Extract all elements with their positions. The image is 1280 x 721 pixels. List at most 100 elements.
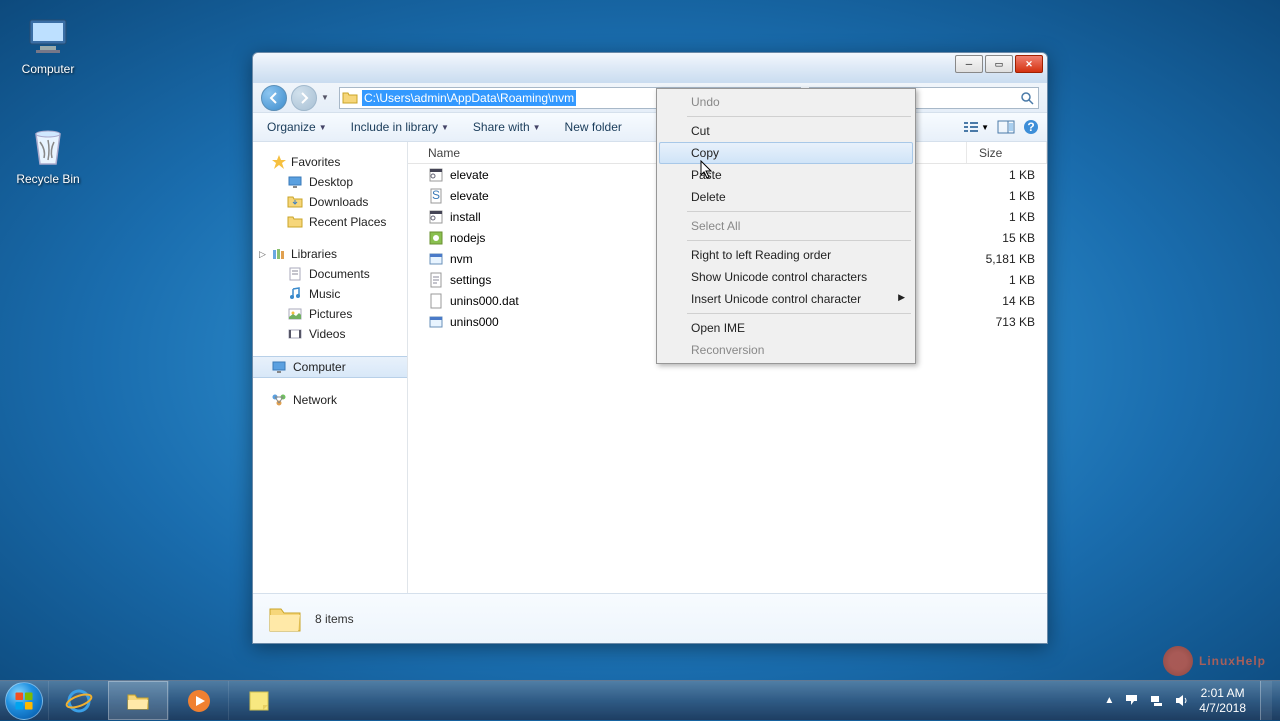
file-name: unins000.dat xyxy=(450,294,519,308)
svg-text:S: S xyxy=(432,188,440,202)
explorer-window: ─ ▭ ✕ ▼ C:\Users\admin\AppData\Roaming\n… xyxy=(252,52,1048,644)
view-icon xyxy=(963,120,979,134)
watermark: LinuxHelp xyxy=(1163,646,1266,676)
details-pane: 8 items xyxy=(253,593,1047,643)
preview-pane-icon xyxy=(997,120,1015,134)
view-options-button[interactable]: ▼ xyxy=(963,120,989,134)
navbar: ▼ C:\Users\admin\AppData\Roaming\nvm xyxy=(253,83,1047,113)
show-desktop-button[interactable] xyxy=(1260,681,1272,720)
file-size: 1 KB xyxy=(969,189,1047,203)
favorites-header[interactable]: Favorites xyxy=(253,152,407,172)
desktop-icon-recycle-bin[interactable]: Recycle Bin xyxy=(10,122,86,186)
address-path[interactable]: C:\Users\admin\AppData\Roaming\nvm xyxy=(362,90,576,106)
expand-icon: ▷ xyxy=(259,249,266,260)
file-size: 15 KB xyxy=(969,231,1047,245)
folder-icon xyxy=(342,90,358,106)
libraries-header[interactable]: ▷ Libraries xyxy=(253,244,407,264)
sidebar-item-videos[interactable]: Videos xyxy=(253,324,407,344)
ctx-rtl[interactable]: Right to left Reading order xyxy=(659,244,913,266)
tray-volume-icon[interactable] xyxy=(1174,693,1189,708)
ctx-copy[interactable]: Copy xyxy=(659,142,913,164)
titlebar[interactable]: ─ ▭ ✕ xyxy=(253,53,1047,83)
history-dropdown[interactable]: ▼ xyxy=(321,93,331,102)
share-with-button[interactable]: Share with ▼ xyxy=(467,118,547,136)
maximize-button[interactable]: ▭ xyxy=(985,55,1013,73)
start-button[interactable] xyxy=(0,681,48,721)
tray-show-hidden[interactable]: ▲ xyxy=(1104,695,1114,706)
file-name: nvm xyxy=(450,252,473,266)
sidebar-item-documents[interactable]: Documents xyxy=(253,264,407,284)
recent-icon xyxy=(287,214,303,230)
new-folder-button[interactable]: New folder xyxy=(559,118,628,136)
tray-network-icon[interactable] xyxy=(1149,693,1164,708)
nav-pane: Favorites Desktop Downloads Recent Place… xyxy=(253,142,408,593)
task-wmp[interactable] xyxy=(168,681,228,720)
sidebar-item-computer[interactable]: Computer xyxy=(253,356,407,378)
pictures-icon xyxy=(287,306,303,322)
desktop-icon-computer[interactable]: Computer xyxy=(10,12,86,76)
file-name: nodejs xyxy=(450,231,485,245)
ctx-reconversion: Reconversion xyxy=(659,339,913,361)
file-name: elevate xyxy=(450,168,489,182)
file-icon xyxy=(428,230,444,246)
help-icon: ? xyxy=(1023,119,1039,135)
task-explorer[interactable] xyxy=(108,681,168,720)
ctx-cut[interactable]: Cut xyxy=(659,120,913,142)
column-size[interactable]: Size xyxy=(967,142,1047,163)
tray-action-center-icon[interactable] xyxy=(1124,693,1139,708)
file-name: install xyxy=(450,210,481,224)
ctx-delete[interactable]: Delete xyxy=(659,186,913,208)
file-icon xyxy=(428,167,444,183)
minimize-button[interactable]: ─ xyxy=(955,55,983,73)
sidebar-item-recent[interactable]: Recent Places xyxy=(253,212,407,232)
file-icon: S xyxy=(428,188,444,204)
sidebar-item-desktop[interactable]: Desktop xyxy=(253,172,407,192)
file-icon xyxy=(428,209,444,225)
organize-button[interactable]: Organize ▼ xyxy=(261,118,333,136)
file-size: 713 KB xyxy=(969,315,1047,329)
ctx-show-unicode[interactable]: Show Unicode control characters xyxy=(659,266,913,288)
computer-icon xyxy=(271,359,287,375)
arrow-left-icon xyxy=(268,92,280,104)
include-library-button[interactable]: Include in library ▼ xyxy=(345,118,455,136)
ctx-paste[interactable]: Paste xyxy=(659,164,913,186)
task-ie[interactable] xyxy=(48,681,108,720)
videos-icon xyxy=(287,326,303,342)
tray-clock[interactable]: 2:01 AM 4/7/2018 xyxy=(1199,686,1250,715)
back-button[interactable] xyxy=(261,85,287,111)
computer-icon xyxy=(24,12,72,60)
watermark-icon xyxy=(1163,646,1193,676)
file-icon xyxy=(428,272,444,288)
file-icon xyxy=(428,251,444,267)
ctx-insert-unicode[interactable]: Insert Unicode control character▶ xyxy=(659,288,913,310)
sticky-notes-icon xyxy=(245,687,273,715)
file-size: 1 KB xyxy=(969,210,1047,224)
file-size: 1 KB xyxy=(969,273,1047,287)
help-button[interactable]: ? xyxy=(1023,119,1039,135)
downloads-icon xyxy=(287,194,303,210)
sidebar-item-network[interactable]: Network xyxy=(253,390,407,410)
context-menu: Undo Cut Copy Paste Delete Select All Ri… xyxy=(656,88,916,364)
windows-logo-icon xyxy=(5,682,43,720)
file-icon xyxy=(428,314,444,330)
arrow-right-icon xyxy=(298,92,310,104)
file-size: 14 KB xyxy=(969,294,1047,308)
ctx-open-ime[interactable]: Open IME xyxy=(659,317,913,339)
sidebar-item-music[interactable]: Music xyxy=(253,284,407,304)
file-name: elevate xyxy=(450,189,489,203)
toolbar: Organize ▼ Include in library ▼ Share wi… xyxy=(253,113,1047,142)
file-name: settings xyxy=(450,273,491,287)
ctx-select-all: Select All xyxy=(659,215,913,237)
preview-pane-button[interactable] xyxy=(997,120,1015,134)
sidebar-item-pictures[interactable]: Pictures xyxy=(253,304,407,324)
forward-button[interactable] xyxy=(291,85,317,111)
close-button[interactable]: ✕ xyxy=(1015,55,1043,73)
sidebar-item-downloads[interactable]: Downloads xyxy=(253,192,407,212)
file-icon xyxy=(428,293,444,309)
libraries-icon xyxy=(271,246,287,262)
wmp-icon xyxy=(185,687,213,715)
task-sticky[interactable] xyxy=(228,681,288,720)
explorer-icon xyxy=(124,687,152,715)
taskbar: ▲ 2:01 AM 4/7/2018 xyxy=(0,680,1280,720)
submenu-arrow-icon: ▶ xyxy=(898,292,905,303)
